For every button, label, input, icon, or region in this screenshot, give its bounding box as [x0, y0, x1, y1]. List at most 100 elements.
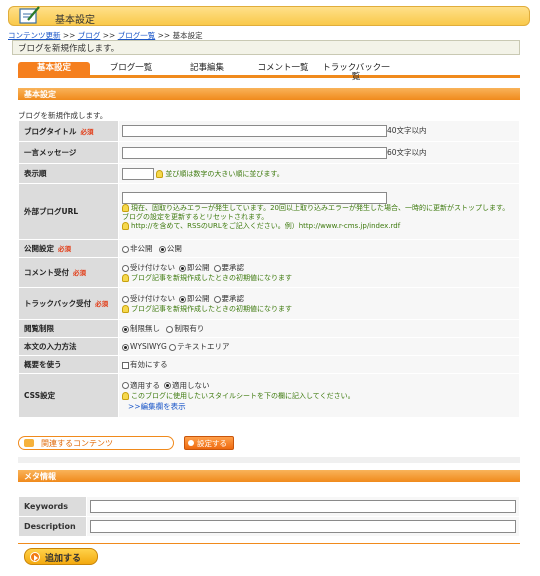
radio-textarea[interactable]: テキストエリア	[169, 342, 229, 351]
error-hint-text: 現在、固取り込みエラーが発生しています。20回以上取り込みエラーが発生した場合、…	[122, 203, 510, 221]
radio-trackback-refuse[interactable]: 受け付けない	[122, 294, 175, 303]
tab-blog-list[interactable]: ブログ一覧	[98, 62, 164, 78]
settings-form: ブログタイトル 必須 40文字以内 一言メッセージ 60文字以内 表示順 並び順は…	[18, 120, 520, 418]
radio-trackback-approval[interactable]: 要承認	[213, 294, 244, 303]
section-header-basic: 基本設定	[18, 88, 520, 100]
format-hint-text: http://を含めて、RSSのURLをご記入ください。例）http://www…	[131, 222, 401, 231]
radio-label: 非公開	[130, 244, 153, 253]
row-display-order: 表示順 並び順は数字の大きい順に並びます。	[18, 163, 520, 184]
row-external-url: 外部ブログURL 現在、固取り込みエラーが発生しています。20回以上取り込みエラ…	[18, 183, 520, 240]
row-comment: コメント受付 必須 受け付けない 即公開 要承認 ブログ記事を新規作成したときの初期値…	[18, 257, 520, 288]
radio-button[interactable]	[166, 325, 174, 333]
play-arrow-icon	[30, 552, 40, 562]
radio-button-selected[interactable]	[122, 325, 129, 333]
value-cell: WYSIWYG テキストエリア	[118, 337, 520, 356]
description-input[interactable]	[90, 520, 516, 533]
breadcrumb-link-contents[interactable]: コンテンツ更新	[8, 31, 61, 40]
set-button-label: 設定する	[197, 439, 227, 448]
radio-private[interactable]: 非公開	[122, 244, 153, 253]
label-comment: コメント受付	[24, 268, 69, 277]
radio-label: 適用しない	[172, 380, 210, 390]
label-one-liner: 一言メッセージ	[24, 148, 77, 157]
breadcrumb-link-blog[interactable]: ブログ	[78, 31, 101, 40]
radio-button[interactable]	[213, 264, 221, 272]
radio-button[interactable]	[122, 245, 129, 253]
css-hint-text: このブログに使用したいスタイルシートを下の欄に記入してください。	[131, 391, 355, 400]
radio-public[interactable]: 公開	[158, 244, 182, 253]
radio-button-selected[interactable]	[179, 295, 186, 303]
required-badge: 必須	[95, 300, 109, 308]
arrow-circle-icon	[188, 440, 194, 446]
checkbox[interactable]	[122, 361, 129, 369]
value-cell: 適用する 適用しない このブログに使用したいスタイルシートを下の欄に記入してくださ…	[118, 373, 520, 418]
blog-edit-icon	[19, 6, 40, 24]
radio-css-apply[interactable]: 適用する	[122, 381, 160, 390]
radio-no-restriction[interactable]: 制限無し	[122, 324, 160, 333]
row-one-liner: 一言メッセージ 60文字以内	[18, 141, 520, 164]
blog-title-input[interactable]	[122, 125, 387, 137]
label-external-url: 外部ブログURL	[24, 207, 79, 216]
char-limit-note: 40文字以内	[387, 126, 427, 135]
label-cell: 外部ブログURL	[18, 183, 119, 240]
checkbox-enable-summary[interactable]: 有効にする	[122, 360, 168, 369]
label-restriction: 閲覧制限	[24, 324, 54, 333]
tab-comment-list[interactable]: コメント一覧	[250, 62, 316, 78]
value-cell: 40文字以内	[118, 120, 520, 142]
external-url-format-hint: http://を含めて、RSSのURLをご記入ください。例）http://www…	[122, 221, 516, 231]
meta-form: Keywords Description	[18, 496, 520, 537]
radio-comment-refuse[interactable]: 受け付けない	[122, 263, 175, 272]
radio-trackback-immediate[interactable]: 即公開	[179, 294, 210, 303]
radio-button-selected[interactable]	[158, 245, 166, 253]
radio-wysiwyg[interactable]: WYSIWYG	[122, 342, 167, 351]
radio-button[interactable]	[122, 264, 129, 272]
related-contents-button[interactable]: 関連するコンテンツ	[18, 436, 174, 450]
value-cell	[86, 496, 520, 517]
label-cell: 一言メッセージ	[18, 141, 119, 164]
radio-label: 要承認	[221, 263, 245, 272]
char-limit-note: 60文字以内	[387, 147, 427, 157]
notice-box: ブログを新規作成します。	[12, 40, 520, 55]
show-edit-area-link[interactable]: >>編集欄を表示	[122, 401, 516, 412]
lightbulb-icon	[122, 391, 129, 400]
comment-hint-text: ブログ記事を新規作成したときの初期値になります	[131, 274, 292, 282]
external-url-error-hint: 現在、固取り込みエラーが発生しています。20回以上取り込みエラーが発生した場合、…	[122, 203, 516, 222]
value-cell: 現在、固取り込みエラーが発生しています。20回以上取り込みエラーが発生した場合、…	[118, 183, 520, 240]
row-css: CSS設定 適用する 適用しない このブログに使用したいスタイルシートを下の欄に記…	[18, 373, 520, 418]
breadcrumb-link-blog-list[interactable]: ブログ一覧	[118, 31, 156, 40]
radio-css-not-apply[interactable]: 適用しない	[164, 381, 210, 390]
tab-trackback-list[interactable]: トラックバック一覧	[320, 62, 392, 82]
trackback-hint: ブログ記事を新規作成したときの初期値になります	[122, 304, 516, 314]
keywords-input[interactable]	[90, 500, 516, 513]
lightbulb-icon	[122, 222, 129, 231]
label-cell: 閲覧制限	[18, 319, 119, 338]
radio-comment-immediate[interactable]: 即公開	[179, 263, 210, 272]
tab-bar: 基本設定 ブログ一覧 記事編集 コメント一覧 トラックバック一覧	[18, 62, 520, 82]
label-description: Description	[18, 516, 87, 537]
radio-comment-approval[interactable]: 要承認	[213, 263, 245, 272]
required-badge: 必須	[73, 269, 86, 277]
radio-button-selected[interactable]	[122, 343, 129, 351]
css-hint: このブログに使用したいスタイルシートを下の欄に記入してください。	[122, 391, 516, 401]
radio-label: 即公開	[187, 263, 210, 272]
set-button[interactable]: 設定する	[184, 436, 234, 450]
external-url-input[interactable]	[122, 191, 387, 204]
tab-basic-settings[interactable]: 基本設定	[18, 62, 90, 78]
one-liner-input[interactable]	[122, 146, 387, 159]
radio-label: 受け付けない	[130, 263, 175, 272]
radio-button-selected[interactable]	[164, 382, 171, 389]
label-cell: CSS設定	[18, 373, 119, 418]
radio-button[interactable]	[122, 295, 129, 303]
display-order-input[interactable]	[122, 167, 154, 180]
radio-button-selected[interactable]	[179, 264, 186, 272]
radio-button[interactable]	[213, 295, 221, 303]
label-display-order: 表示順	[24, 169, 47, 178]
radio-restricted[interactable]: 制限有り	[166, 324, 204, 333]
breadcrumb-separator: >>	[102, 31, 116, 40]
label-publish: 公開設定	[24, 244, 54, 253]
add-button[interactable]: 追加する	[24, 548, 98, 565]
label-cell: 概要を使う	[18, 355, 119, 374]
radio-button[interactable]	[122, 382, 129, 389]
radio-button[interactable]	[169, 343, 177, 351]
tab-article-edit[interactable]: 記事編集	[174, 62, 240, 78]
radio-label: 制限無し	[130, 324, 160, 333]
